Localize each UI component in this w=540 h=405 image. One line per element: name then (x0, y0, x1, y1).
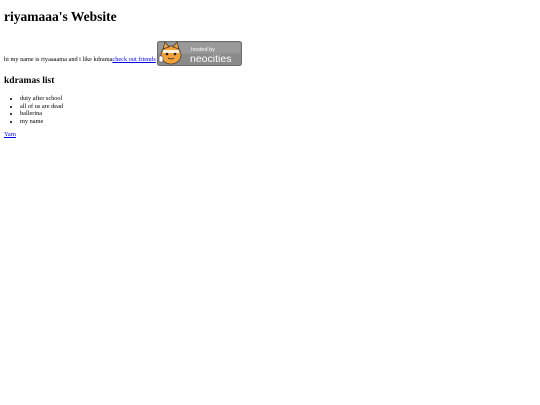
yarn-link[interactable]: Yarn (4, 131, 16, 138)
badge-line2: neocities (190, 53, 231, 65)
kdramas-list: duty after school all of us are dead bal… (4, 95, 536, 125)
footer: Yarn (4, 131, 536, 139)
neocities-badge-graphic: hosted by neocities (156, 41, 242, 66)
list-item: ballerina (20, 110, 536, 118)
neocities-badge[interactable]: hosted by neocities (156, 41, 242, 66)
intro-text: hi my name is riyaaaama and i like kdram… (4, 56, 113, 63)
list-item: my name (20, 118, 536, 126)
intro-paragraph: hi my name is riyaaaama and i like kdram… (4, 39, 536, 66)
friends-link[interactable]: check out friends (112, 56, 155, 64)
list-item: all of us are dead (20, 103, 536, 111)
page: riyamaaa's Website hi my name is riyaaaa… (0, 0, 540, 139)
kdramas-heading: kdramas list (4, 76, 55, 86)
page-title: riyamaaa's Website (4, 9, 117, 24)
list-item: duty after school (20, 95, 536, 103)
